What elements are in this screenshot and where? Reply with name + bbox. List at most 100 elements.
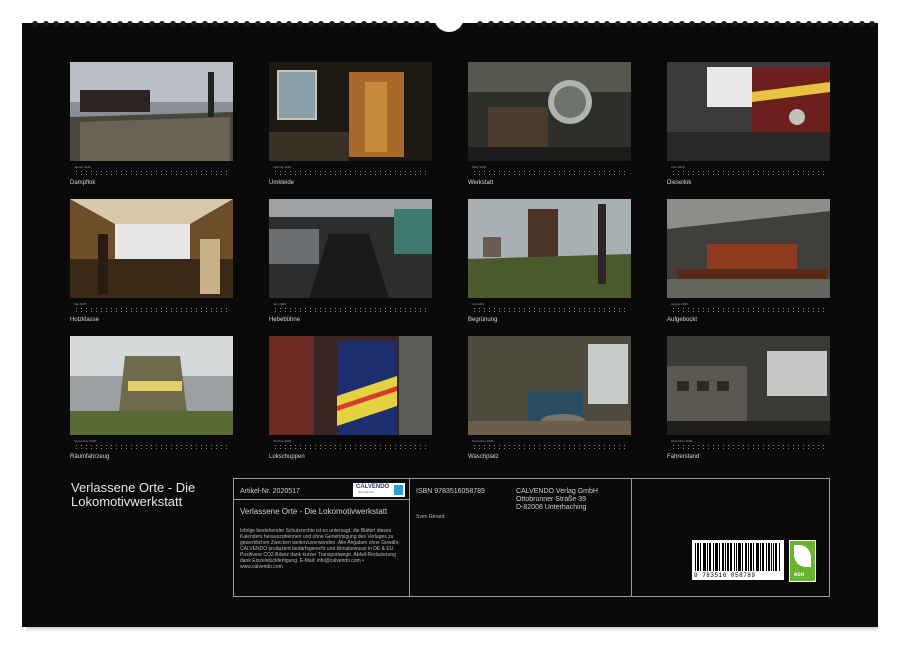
month-photo — [70, 62, 233, 161]
binding-hole — [753, 21, 759, 27]
binding-hole — [318, 21, 324, 27]
barcode-bar — [716, 543, 717, 571]
month-label: November 2026 — [472, 439, 493, 443]
binding-hole — [138, 21, 144, 27]
author: Sven Gerard — [416, 514, 444, 520]
logo-subtitle: Mein Kalender — [358, 491, 374, 494]
month-photo — [269, 336, 432, 435]
binding-hole — [785, 21, 791, 27]
month-caption: Lokschuppen — [269, 454, 305, 460]
binding-hole — [361, 21, 367, 27]
month-label: August 2026 — [671, 302, 688, 306]
binding-hole — [488, 21, 494, 27]
barcode-bar — [697, 543, 698, 571]
binding-hole — [498, 21, 504, 27]
photo-art — [269, 199, 432, 298]
photo-art — [667, 199, 830, 298]
month-caption: Werkstatt — [468, 180, 493, 186]
barcode-bar — [725, 543, 726, 571]
publisher-line-1: CALVENDO Verlag GmbH — [516, 488, 598, 495]
barcode-bar — [751, 543, 752, 571]
month-photo — [70, 199, 233, 298]
barcode-bar — [753, 543, 754, 571]
binding-hole — [265, 21, 271, 27]
binding-hole — [424, 21, 430, 27]
barcode-bar — [746, 543, 747, 571]
barcode-bar — [710, 543, 711, 571]
binding-hole — [170, 21, 176, 27]
day-grid — [671, 307, 827, 313]
binding-hole — [212, 21, 218, 27]
calendar-title: Verlassene Orte - Die Lokomotivwerkstatt — [71, 481, 221, 509]
binding-hole — [615, 21, 621, 27]
barcode-bar — [768, 543, 769, 571]
binding-hole — [53, 21, 59, 27]
barcode-bar — [742, 543, 743, 571]
photo-art — [667, 62, 830, 161]
barcode-bar — [776, 543, 777, 571]
binding-hole — [530, 21, 536, 27]
barcode-bar — [722, 543, 723, 571]
day-grid — [671, 444, 827, 450]
binding-hole — [74, 21, 80, 27]
barcode-bar — [731, 543, 732, 571]
month-photo — [269, 62, 432, 161]
day-grid — [74, 307, 230, 313]
photo-art — [667, 336, 830, 435]
legal-text: Infolge bestehender Schutzrechte ist es … — [240, 528, 406, 570]
binding-hole — [297, 21, 303, 27]
binding-hole — [763, 21, 769, 27]
barcode-bar — [769, 543, 770, 571]
day-grid — [273, 307, 429, 313]
barcode-bar — [707, 543, 708, 571]
info-panel: Artikel-Nr. 2020517 CALVENDO Mein Kalend… — [233, 478, 830, 597]
month-photo — [70, 336, 233, 435]
publisher-line-3: D-82008 Unterhaching — [516, 504, 586, 511]
binding-hole — [477, 21, 483, 27]
barcode-bar — [775, 543, 776, 571]
calvendo-logo: CALVENDO Mein Kalender — [353, 483, 405, 497]
barcode-bar — [773, 543, 774, 571]
day-grid — [472, 444, 628, 450]
binding-hole — [85, 21, 91, 27]
photo-art — [70, 199, 233, 298]
barcode-bar — [763, 543, 764, 571]
barcode-bar — [705, 543, 706, 571]
barcode-bar — [695, 543, 696, 571]
barcode-bar — [740, 543, 741, 571]
day-grid — [472, 307, 628, 313]
barcode-bar — [713, 543, 714, 571]
month-photo — [667, 199, 830, 298]
divider — [409, 479, 410, 596]
day-grid — [472, 170, 628, 176]
binding-hole — [64, 21, 70, 27]
photo-art — [70, 336, 233, 435]
binding-hole — [159, 21, 165, 27]
binding-hole — [244, 21, 250, 27]
barcode-bar — [758, 543, 759, 571]
month-caption: Fahrerstand — [667, 454, 699, 460]
eco-badge: eco — [789, 540, 816, 582]
photo-art — [269, 336, 432, 435]
binding-hole — [202, 21, 208, 27]
month-label: April 2026 — [671, 165, 685, 169]
month-caption: Holzklasse — [70, 317, 99, 323]
photo-art — [468, 336, 631, 435]
month-photo — [468, 199, 631, 298]
barcode-bar — [766, 543, 767, 571]
binding-hole — [106, 21, 112, 27]
binding-hole — [520, 21, 526, 27]
photo-art — [468, 199, 631, 298]
month-photo — [468, 336, 631, 435]
binding-hole — [827, 21, 833, 27]
binding-hole — [339, 21, 345, 27]
binding-hole — [308, 21, 314, 27]
barcode-bar — [738, 543, 739, 571]
barcode-bar — [703, 543, 704, 571]
binding-hole — [806, 21, 812, 27]
binding-hole — [859, 21, 865, 27]
binding-hole — [774, 21, 780, 27]
binding-hole — [732, 21, 738, 27]
binding-hole — [286, 21, 292, 27]
barcode-bar — [736, 543, 737, 571]
